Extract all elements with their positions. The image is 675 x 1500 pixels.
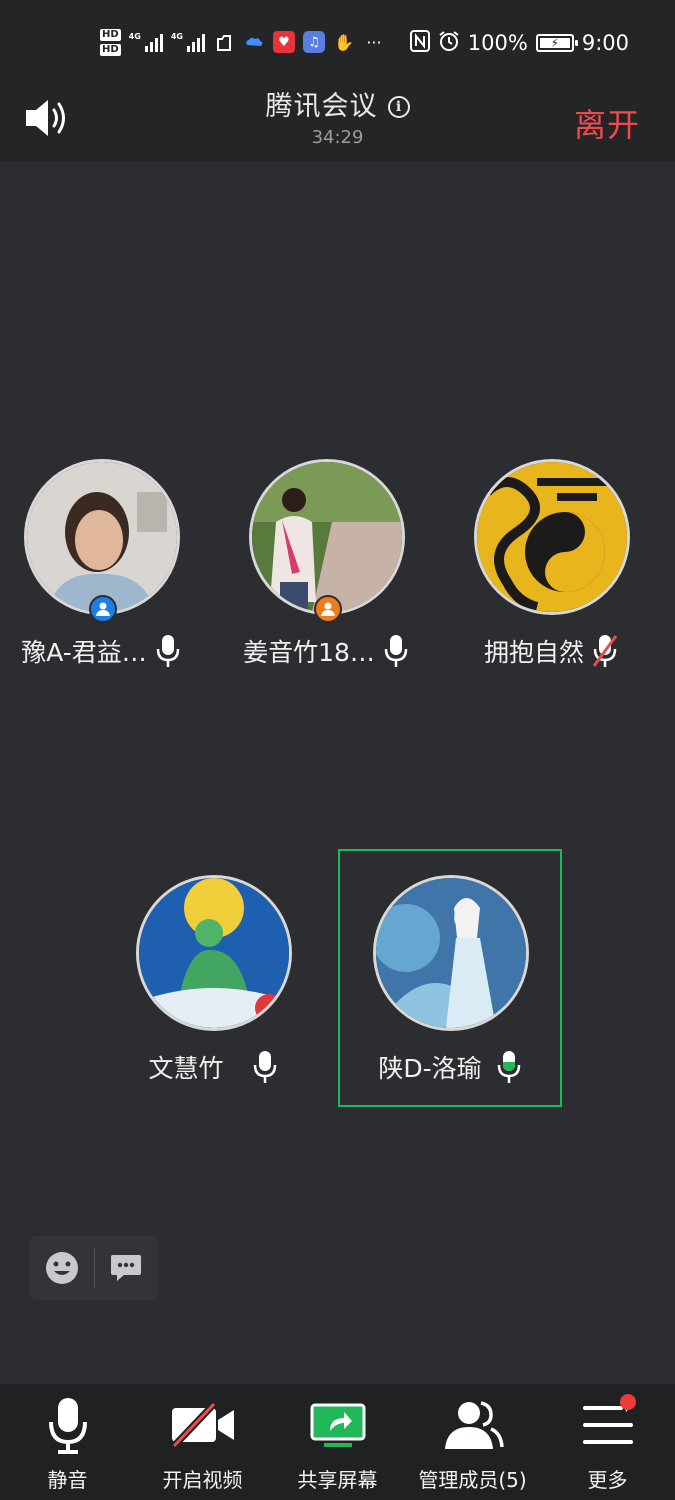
video-off-icon [163,1392,243,1458]
participant-name-row: 陕D-洛瑜 [350,1049,550,1085]
emoji-icon [45,1252,78,1284]
network-1-label: 4G [128,32,141,41]
reaction-panel [30,1236,158,1300]
microphone-icon [384,635,408,667]
manage-members-button[interactable]: 管理成员(5) [405,1384,540,1500]
share-screen-button[interactable]: 共享屏幕 [270,1384,405,1500]
battery-percent: 100% [467,31,528,55]
notification-dot [619,1394,636,1410]
participant-name-row: 文慧竹 [113,1049,313,1085]
bottom-toolbar: 静音 开启视频 共享屏幕 管理成员(5) 更多 [0,1384,675,1500]
leave-button[interactable]: 离开 [574,100,640,146]
share-screen-icon [298,1392,378,1458]
meeting-title: 腾讯会议 [265,91,378,122]
participant-name: 陕D-洛瑜 [378,1054,482,1083]
info-icon[interactable]: i [387,96,410,118]
avatar [136,875,292,1031]
avatar [24,459,180,615]
avatar [373,875,529,1031]
participant-tile-3[interactable]: 拥抱自然 [451,459,651,669]
battery-icon: ⚡ [535,34,578,52]
microphone-icon [28,1392,108,1458]
participant-name-row: 拥抱自然 [451,633,651,669]
participant-tile-4[interactable]: 文慧竹 [113,875,313,1085]
hd-indicators: HD HD [100,28,121,56]
participant-name: 姜音竹18… [243,638,375,667]
signal-2-icon: 4G [171,32,205,52]
participant-name: 豫A-君益… [21,638,147,667]
manage-members-label: 管理成员(5) [418,1468,527,1492]
start-video-label: 开启视频 [162,1468,243,1492]
participant-tile-2[interactable]: 姜音竹18… [226,459,426,669]
microphone-speaking-icon [497,1051,520,1083]
emoji-button[interactable] [30,1236,94,1300]
menu-icon [568,1392,648,1458]
hand-icon: ✋ [333,32,354,52]
participant-name-row: 姜音竹18… [226,633,426,669]
more-button[interactable]: 更多 [540,1384,675,1500]
avatar [249,459,405,615]
mute-button[interactable]: 静音 [0,1384,135,1500]
members-icon [433,1392,513,1458]
status-right-icons: 100% ⚡ 9:00 [409,26,629,60]
hd-1-label: HD [100,28,121,41]
app-red-icon: ♥ [272,31,295,53]
nfc-icon [409,29,430,57]
share-screen-label: 共享屏幕 [297,1468,378,1492]
participant-tile-5[interactable]: 陕D-洛瑜 [350,875,550,1085]
alarm-icon [438,30,460,57]
participant-name: 文慧竹 [148,1054,224,1083]
start-video-button[interactable]: 开启视频 [135,1384,270,1500]
signal-1-icon: 4G [129,32,163,52]
microphone-muted-icon [592,635,618,667]
microphone-icon [253,1051,276,1083]
chat-bubble-icon [111,1255,142,1281]
mute-label: 静音 [47,1468,88,1492]
meeting-header: 腾讯会议 i 34:29 离开 [0,86,675,162]
clock-time: 9:00 [581,31,629,55]
hd-2-label: HD [100,43,121,56]
participant-name: 拥抱自然 [483,638,584,667]
chat-button[interactable] [95,1236,159,1300]
network-2-label: 4G [170,32,183,41]
cohost-badge-icon [314,595,342,623]
microphone-icon [156,635,180,667]
cloud-icon [243,31,265,53]
app-music-icon: ♫ [302,31,325,53]
participant-tile-1[interactable]: 豫A-君益… [1,459,201,669]
host-badge-icon [89,595,117,623]
clipboard-icon [213,31,235,53]
participant-name-row: 豫A-君益… [1,633,201,669]
status-bar: HD HD 4G 4G ♥ ♫ ✋ ··· 100% ⚡ 9:00 [0,0,675,86]
avatar [474,459,630,615]
status-left-icons: HD HD 4G 4G ♥ ♫ ✋ ··· [100,22,385,62]
more-label: 更多 [587,1468,628,1492]
more-dots-icon: ··· [366,32,382,52]
